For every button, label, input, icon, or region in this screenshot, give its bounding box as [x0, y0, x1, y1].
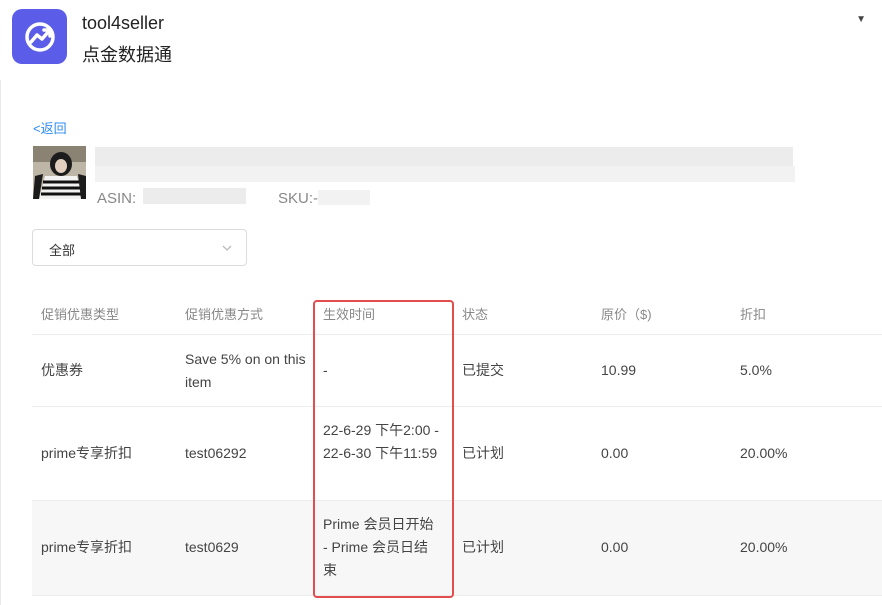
cell-status: 已计划: [462, 539, 504, 555]
cell-price: 0.00: [601, 445, 629, 461]
table-row: 优惠券 Save 5% on on this item - 已提交 10.99 …: [32, 335, 882, 407]
product-title-redacted: [95, 166, 795, 182]
product-title-redacted: [95, 147, 793, 166]
col-header-price: 原价（$): [601, 307, 652, 322]
menu-caret-icon[interactable]: ▼: [856, 14, 866, 25]
col-header-type: 促销优惠类型: [41, 307, 120, 322]
col-header-method: 促销优惠方式: [185, 307, 264, 322]
cell-method: test0629: [185, 539, 239, 555]
col-header-status: 状态: [462, 307, 489, 322]
cell-discount: 20.00%: [740, 445, 788, 461]
cell-status: 已提交: [462, 362, 504, 378]
chevron-down-icon: [222, 245, 232, 251]
divider: [0, 80, 1, 605]
cell-method: Save 5% on on this item: [185, 351, 306, 390]
cell-price: 0.00: [601, 539, 629, 555]
cell-price: 10.99: [601, 362, 637, 378]
app-logo: [12, 9, 67, 64]
cell-type: prime专享折扣: [41, 445, 133, 461]
cell-discount: 5.0%: [740, 362, 772, 378]
promotion-filter-select[interactable]: 全部: [32, 229, 247, 266]
cell-status: 已计划: [462, 445, 504, 461]
table-row: prime专享折扣 test06292 22-6-29 下午2:00 - 22-…: [32, 407, 882, 501]
effective-time-highlight-box: [313, 300, 454, 598]
cell-type: 优惠券: [41, 362, 83, 378]
app-header: tool4seller 点金数据通 ▼: [0, 0, 882, 80]
table-row: prime专享折扣 test0629 Prime 会员日开始 - Prime 会…: [32, 501, 882, 596]
cell-method: test06292: [185, 445, 247, 461]
asin-label: ASIN:: [97, 190, 137, 207]
cell-discount: 20.00%: [740, 539, 788, 555]
product-thumbnail: [33, 146, 86, 199]
cell-type: prime专享折扣: [41, 539, 133, 555]
table-header: 促销优惠类型 促销优惠方式 生效时间 状态 原价（$) 折扣: [32, 290, 882, 335]
filter-selected-value: 全部: [49, 243, 76, 258]
back-link[interactable]: <返回: [33, 118, 67, 137]
app-name: tool4seller: [82, 13, 165, 33]
asin-value-redacted: [143, 188, 246, 204]
sku-value-redacted: [318, 190, 370, 205]
col-header-discount: 折扣: [740, 307, 767, 322]
app-subtitle: 点金数据通: [82, 45, 172, 65]
trend-up-icon: [24, 21, 55, 52]
sku-label: SKU:-: [278, 190, 319, 207]
